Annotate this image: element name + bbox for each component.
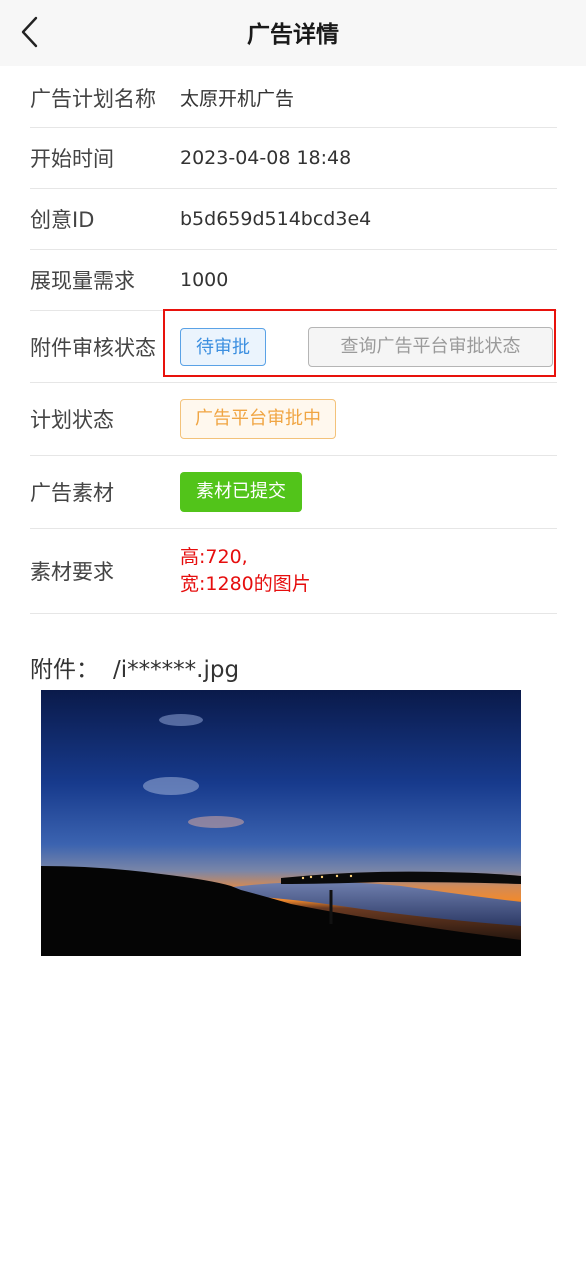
- impressions-value: 1000: [180, 269, 229, 291]
- material-submitted-button[interactable]: 素材已提交: [180, 472, 302, 512]
- start-time-label: 开始时间: [30, 147, 114, 171]
- detail-row-attachment-status: 附件审核状态 待审批 查询广告平台审批状态: [30, 309, 557, 383]
- attachment-filename: /i******.jpg: [113, 657, 240, 683]
- pending-approval-badge: 待审批: [180, 327, 266, 366]
- attachment-status-label: 附件审核状态: [30, 335, 156, 360]
- detail-row-material-requirement: 素材要求 高:720, 宽:1280的图片: [30, 529, 557, 614]
- detail-row-plan-name: 广告计划名称 太原开机广告: [30, 68, 557, 128]
- plan-name-label: 广告计划名称: [30, 86, 156, 111]
- material-label: 广告素材: [30, 481, 114, 505]
- plan-status-label: 计划状态: [30, 408, 114, 432]
- start-time-value: 2023-04-08 18:48: [180, 147, 352, 169]
- attachment-label: 附件：: [30, 657, 99, 683]
- attachment-preview-image[interactable]: [41, 690, 521, 956]
- material-requirement-label: 素材要求: [30, 560, 114, 584]
- query-platform-status-button[interactable]: 查询广告平台审批状态: [308, 326, 553, 367]
- night-lake-photo: [41, 690, 521, 956]
- detail-row-start-time: 开始时间 2023-04-08 18:48: [30, 128, 557, 189]
- requirement-height-line: 高:720,: [180, 546, 248, 568]
- page-title: 广告详情: [247, 22, 339, 48]
- detail-row-plan-status: 计划状态 广告平台审批中: [30, 383, 557, 456]
- detail-row-material: 广告素材 素材已提交: [30, 456, 557, 529]
- creative-id-value: b5d659d514bcd3e4: [180, 208, 372, 230]
- platform-reviewing-badge: 广告平台审批中: [180, 399, 336, 439]
- detail-list: 广告计划名称 太原开机广告 开始时间 2023-04-08 18:48 创意ID…: [30, 68, 557, 614]
- attachment-line: 附件： /i******.jpg: [30, 650, 239, 684]
- requirement-width-line: 宽:1280的图片: [180, 573, 311, 595]
- impressions-label: 展现量需求: [30, 269, 135, 293]
- detail-row-impressions: 展现量需求 1000: [30, 250, 557, 311]
- material-requirement-text: 高:720, 宽:1280的图片: [180, 544, 311, 598]
- top-nav-bar: 广告详情: [0, 0, 586, 66]
- creative-id-label: 创意ID: [30, 208, 95, 232]
- detail-row-creative-id: 创意ID b5d659d514bcd3e4: [30, 189, 557, 250]
- plan-name-value: 太原开机广告: [180, 88, 295, 110]
